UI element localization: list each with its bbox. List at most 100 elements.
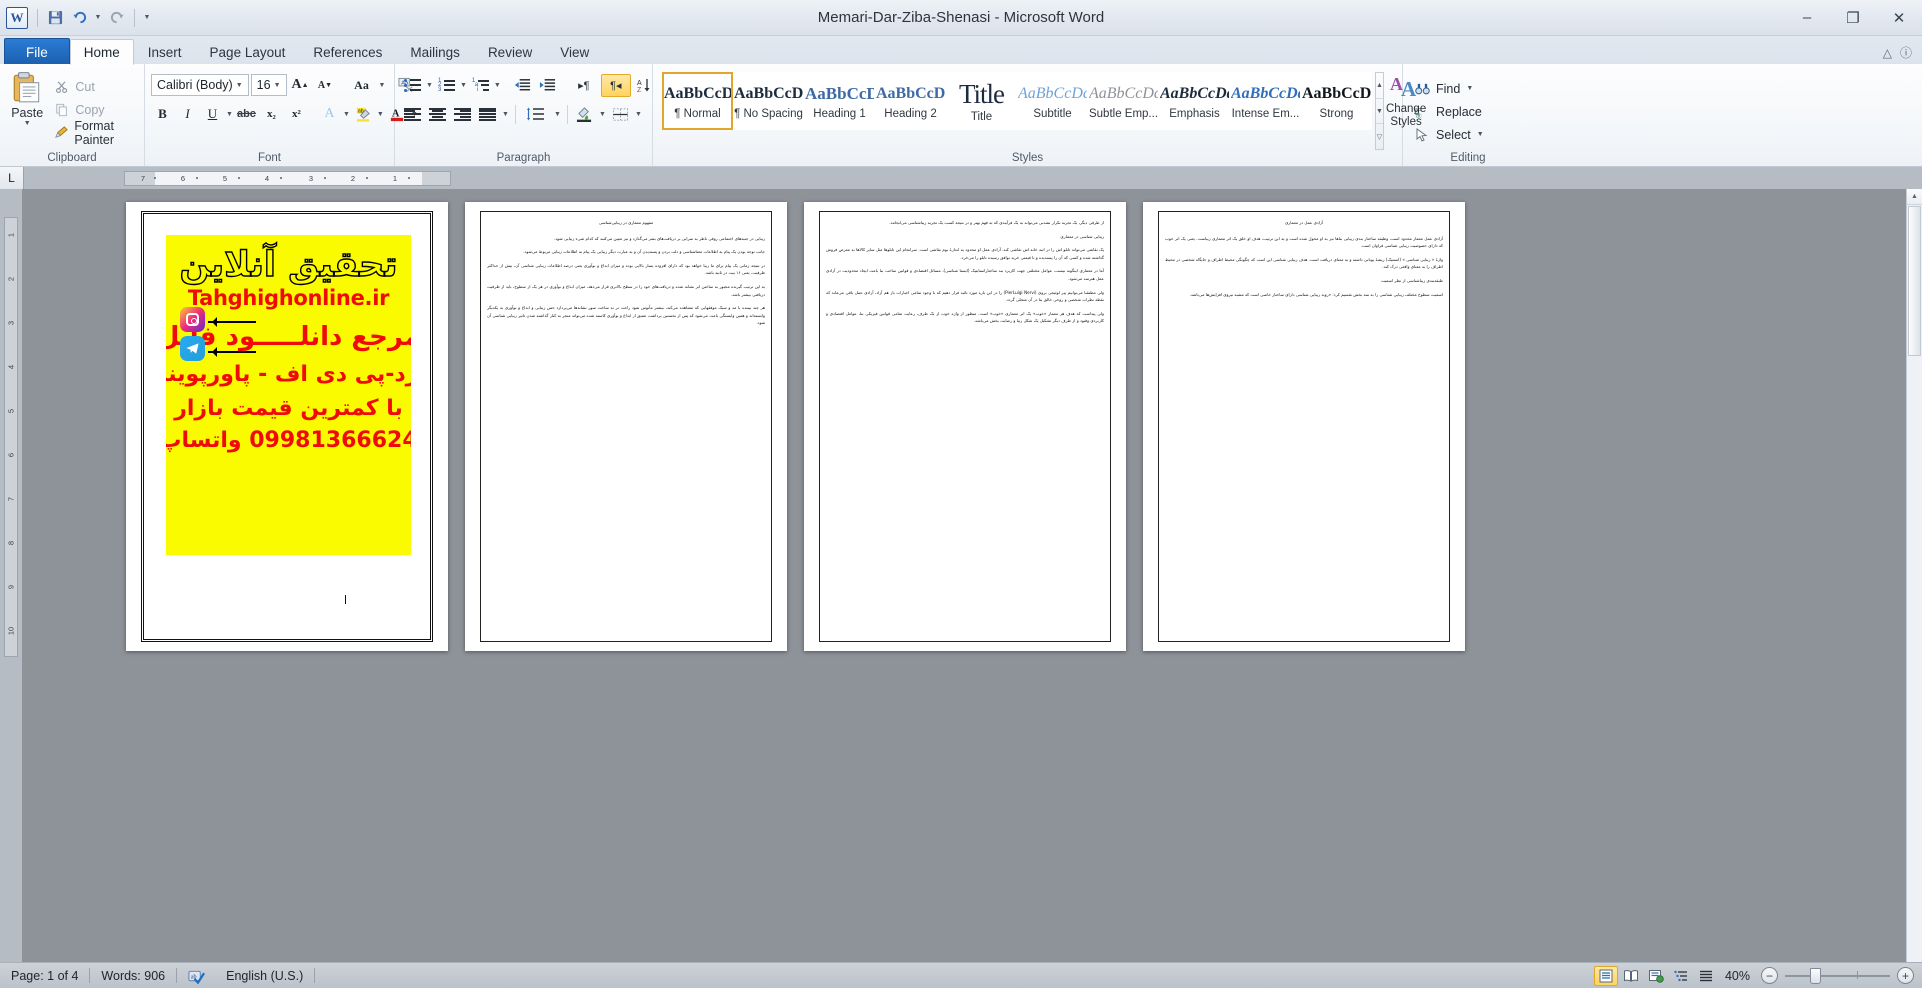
document-page-2[interactable]: مفهوم معماری در زیبایی‌شناسی زیبایی در ج… [465,202,787,651]
bold-button[interactable]: B [151,103,174,126]
shading-caret-icon[interactable]: ▼ [598,111,607,118]
tab-page-layout[interactable]: Page Layout [196,39,300,65]
style-title[interactable]: Title Title [946,72,1017,130]
horizontal-ruler[interactable]: 7 6 5 4 3 2 1 [124,170,451,186]
superscript-button[interactable]: x² [285,103,308,126]
page-indicator[interactable]: Page: 1 of 4 [0,963,89,988]
copy-button[interactable]: Copy [50,99,138,121]
scroll-up-icon[interactable]: ▲ [1376,73,1383,99]
word-count[interactable]: Words: 906 [90,963,176,988]
format-painter-button[interactable]: Format Painter [50,119,138,147]
scrollbar-thumb[interactable] [1908,206,1921,356]
justify-button[interactable] [476,103,499,126]
zoom-in-button[interactable]: + [1897,967,1914,984]
zoom-slider[interactable] [1785,967,1890,984]
find-caret-icon[interactable]: ▼ [1466,85,1473,92]
style-heading-1[interactable]: AaBbCcDdEe Heading 1 [804,72,875,130]
style-intense-emphasis[interactable]: AaBbCcDdEe Intense Em... [1230,72,1301,130]
numbering-caret-icon[interactable]: ▼ [460,82,467,89]
style-no-spacing[interactable]: AaBbCcDdEe ¶ No Spacing [733,72,804,130]
text-effects-caret-icon[interactable]: ▼ [343,111,350,118]
tab-review[interactable]: Review [474,39,546,65]
zoom-out-button[interactable]: − [1761,967,1778,984]
align-right-button[interactable] [451,103,474,126]
page-2-text[interactable]: مفهوم معماری در زیبایی‌شناسی زیبایی در ج… [487,219,765,637]
full-screen-reading-view-button[interactable] [1619,966,1643,986]
change-case-caret-icon[interactable]: ▼ [379,82,386,89]
numbering-button[interactable]: 1 2 3 [435,74,458,97]
text-highlight-button[interactable]: ab [352,103,375,126]
replace-button[interactable]: ab ac Replace [1409,101,1489,123]
minimize-button[interactable]: – [1784,0,1830,35]
draft-view-button[interactable] [1694,966,1718,986]
subscript-button[interactable]: x₂ [260,103,283,126]
tab-file[interactable]: File [4,38,70,65]
print-layout-view-button[interactable] [1593,965,1618,986]
change-case-button[interactable]: Aa [347,74,377,97]
vertical-scrollbar[interactable]: ▲ [1906,189,1922,962]
ltr-text-direction-button[interactable]: ▸¶ [569,74,599,97]
web-layout-view-button[interactable] [1644,966,1668,986]
cut-button[interactable]: Cut [50,76,138,98]
select-caret-icon[interactable]: ▼ [1477,131,1484,138]
chevron-down-icon[interactable]: ▼ [233,82,246,89]
zoom-slider-thumb[interactable] [1810,967,1821,984]
align-left-button[interactable] [401,103,424,126]
chevron-down-icon[interactable]: ▼ [271,82,284,89]
zoom-level[interactable]: 40% [1719,969,1760,983]
minimize-ribbon-icon[interactable]: △ [1883,46,1892,60]
style-subtitle[interactable]: AaBbCcDdEe Subtitle [1017,72,1088,130]
multilevel-caret-icon[interactable]: ▼ [494,82,501,89]
tab-insert[interactable]: Insert [134,39,196,65]
line-spacing-caret-icon[interactable]: ▼ [553,111,562,118]
style-heading-2[interactable]: AaBbCcDdEe Heading 2 [875,72,946,130]
borders-caret-icon[interactable]: ▼ [634,111,643,118]
select-button[interactable]: Select ▼ [1409,124,1489,146]
paste-dropdown-caret-icon[interactable]: ▼ [24,120,31,127]
rtl-text-direction-button[interactable]: ¶◂ [600,73,631,97]
justify-caret-icon[interactable]: ▼ [501,111,510,118]
vertical-ruler[interactable]: 1 2 3 4 5 6 7 8 9 10 [0,189,22,962]
align-center-button[interactable] [426,103,449,126]
style-emphasis[interactable]: AaBbCcDdEe Emphasis [1159,72,1230,130]
undo-dropdown-caret-icon[interactable]: ▼ [92,7,104,29]
style-subtle-emphasis[interactable]: AaBbCcDdEe Subtle Emp... [1088,72,1159,130]
document-page-3[interactable]: از طرفی دیگر، یک تجربه تکرار نشدنی می‌تو… [804,202,1126,651]
close-button[interactable]: ✕ [1876,0,1922,35]
borders-button[interactable] [609,103,632,126]
proofing-status[interactable]: ab [177,963,215,988]
language-indicator[interactable]: English (U.S.) [215,963,314,988]
redo-icon[interactable] [106,7,128,29]
page-4-text[interactable]: آزادی عمل در معماری آزادی عمل معمار محدو… [1165,219,1443,637]
tab-view[interactable]: View [546,39,603,65]
underline-button[interactable]: U [201,103,224,126]
scroll-down-icon[interactable]: ▼ [1376,99,1383,125]
maximize-button[interactable]: ❐ [1830,0,1876,35]
bullets-button[interactable] [401,74,424,97]
save-icon[interactable] [44,7,66,29]
scroll-up-button[interactable]: ▲ [1907,189,1922,205]
font-name-combo[interactable]: Calibri (Body) ▼ [151,74,249,96]
styles-gallery-scroll[interactable]: ▲ ▼ ▽ [1375,72,1384,150]
document-page-4[interactable]: آزادی عمل در معماری آزادی عمل معمار محدو… [1143,202,1465,651]
page-3-text[interactable]: از طرفی دیگر، یک تجربه تکرار نشدنی می‌تو… [826,219,1104,637]
tab-stop-selector[interactable]: L [0,167,24,189]
help-icon[interactable]: ⓘ [1900,44,1912,61]
undo-icon[interactable] [68,7,90,29]
tab-home[interactable]: Home [69,39,134,65]
style-normal[interactable]: AaBbCcDdEe ¶ Normal [662,72,733,130]
line-spacing-button[interactable] [521,103,551,126]
increase-indent-button[interactable] [536,74,559,97]
decrease-indent-button[interactable] [511,74,534,97]
document-page-1[interactable]: تحقیق آنلاین Tahghighonline.ir مرجع دانل… [126,202,448,651]
underline-caret-icon[interactable]: ▼ [226,111,233,118]
italic-button[interactable]: I [176,103,199,126]
shrink-font-button[interactable]: A ▼ [314,74,337,97]
outline-view-button[interactable] [1669,966,1693,986]
grow-font-button[interactable]: A ▲ [289,74,312,97]
text-effects-button[interactable]: A [318,103,341,126]
word-logo-icon[interactable]: W [6,6,28,29]
more-styles-icon[interactable]: ▽ [1376,124,1383,149]
font-size-combo[interactable]: 16 ▼ [250,74,287,96]
document-canvas[interactable]: تحقیق آنلاین Tahghighonline.ir مرجع دانل… [22,189,1906,962]
